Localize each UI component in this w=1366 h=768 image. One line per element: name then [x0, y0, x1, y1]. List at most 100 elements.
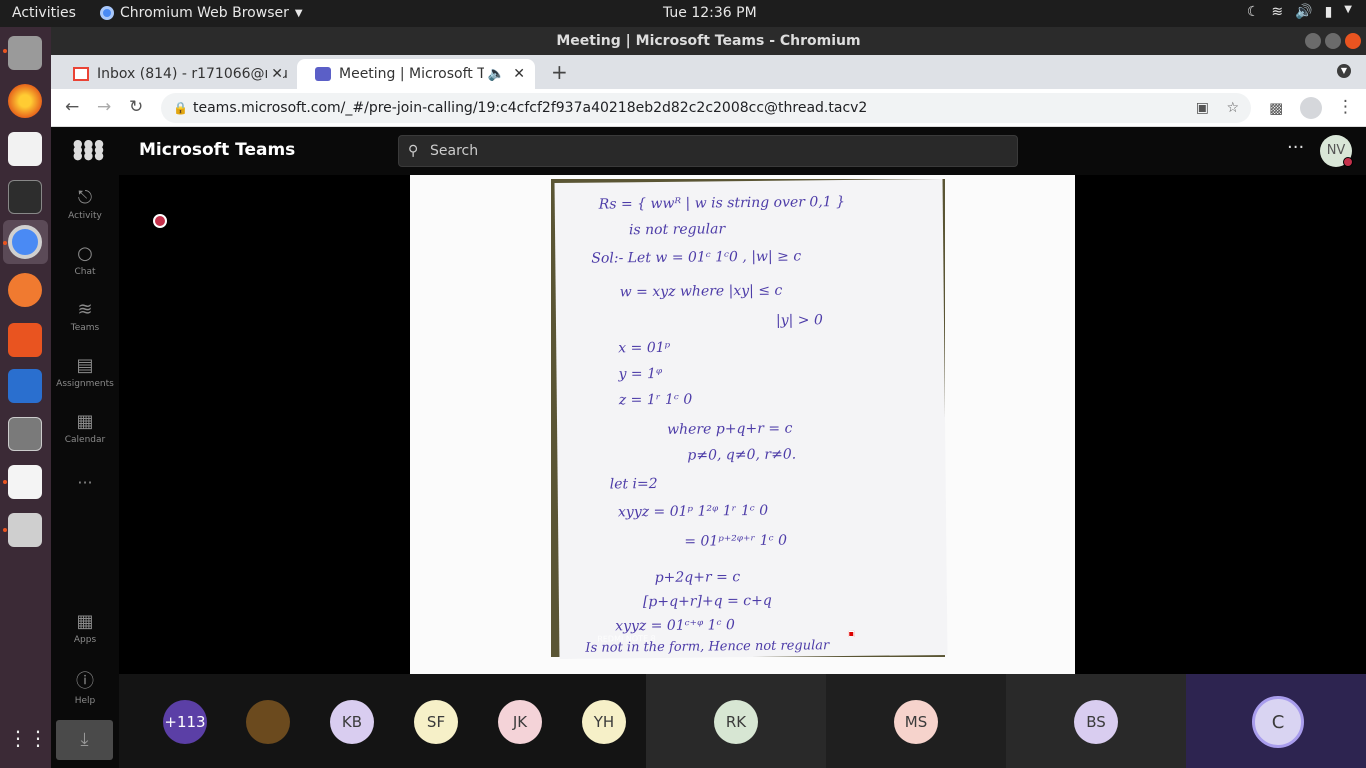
writer-icon[interactable] — [8, 369, 42, 403]
note-line: = 01ᵖ⁺²ᵠ⁺ʳ 1ᶜ 0 — [684, 532, 788, 550]
tab-inbox[interactable]: Inbox (814) - r171066@rgu ✕ — [55, 59, 293, 89]
rail-item-assignments[interactable]: ▤ Assignments — [51, 355, 119, 389]
url-text: teams.microsoft.com/_#/pre-join-calling/… — [193, 100, 868, 116]
participant-tile[interactable]: BS — [1006, 674, 1186, 768]
close-tab-icon[interactable]: ✕ — [513, 59, 525, 89]
chevron-down-icon: ▼ — [294, 7, 303, 19]
image-viewer-icon[interactable] — [8, 513, 42, 547]
app-menu[interactable]: Chromium Web Browser ▼ — [100, 5, 303, 21]
software-center-icon[interactable] — [8, 323, 42, 357]
red-marker — [848, 630, 855, 637]
reload-button[interactable]: ↻ — [129, 97, 143, 117]
tab-meeting[interactable]: Meeting | Microsoft Te 🔈 ✕ — [297, 59, 535, 89]
close-window-button[interactable] — [1345, 33, 1361, 49]
wifi-icon: ≋ — [1271, 4, 1284, 20]
participant-avatar: BS — [1074, 700, 1118, 744]
battery-icon: ▮ — [1324, 4, 1333, 20]
chromium-icon — [100, 6, 114, 20]
close-tab-icon[interactable]: ✕ — [267, 59, 283, 89]
window-title-bar: Meeting | Microsoft Teams - Chromium — [51, 27, 1366, 55]
app-menu-label: Chromium Web Browser — [120, 5, 289, 21]
more-apps-button[interactable]: ··· — [51, 473, 119, 492]
activities-button[interactable]: Activities — [12, 5, 76, 21]
participant-tile[interactable]: RK — [646, 674, 826, 768]
background-window-fade — [945, 175, 1075, 674]
gmail-icon — [73, 67, 89, 81]
shared-screen: Rs = { wwᴿ | w is string over 0,1 } is n… — [410, 175, 1075, 674]
rail-item-apps[interactable]: ▦ Apps — [51, 611, 119, 645]
tab-search-icon[interactable]: ▼ — [1337, 64, 1351, 78]
participant-tile[interactable]: MS — [826, 674, 1006, 768]
teams-app-bar: ⎋ Activity ○ Chat ≋ Teams ▤ Assignments ▦ Cal… — [51, 175, 119, 768]
meeting-stage: Rs = { wwᴿ | w is string over 0,1 } is n… — [119, 175, 1366, 674]
note-line: Sol:- Let w = 01ᶜ 1ᶜ0 , |w| ≥ c — [591, 248, 802, 267]
search-placeholder: Search — [430, 143, 479, 159]
note-line: |y| > 0 — [775, 312, 823, 329]
address-bar[interactable]: 🔒 teams.microsoft.com/_#/pre-join-callin… — [161, 93, 1251, 123]
new-tab-button[interactable]: + — [551, 60, 568, 84]
handwritten-page: Rs = { wwᴿ | w is string over 0,1 } is n… — [554, 178, 948, 660]
texmaker-icon[interactable] — [8, 417, 42, 451]
note-line: Rs = { wwᴿ | w is string over 0,1 } — [598, 194, 846, 213]
files-icon[interactable] — [8, 36, 42, 70]
back-button[interactable]: ← — [65, 97, 79, 117]
rail-label: Teams — [70, 323, 100, 333]
profile-icon[interactable] — [1300, 97, 1322, 119]
participant-tile-speaking[interactable]: C — [1186, 674, 1366, 768]
clock[interactable]: Tue 12:36 PM — [663, 5, 757, 21]
postman-icon[interactable] — [8, 273, 42, 307]
participant-avatar[interactable]: YH — [582, 700, 626, 744]
audio-playing-icon[interactable]: 🔈 — [483, 59, 505, 89]
dock: ⋮⋮⋮ — [0, 27, 68, 768]
evince-icon[interactable] — [8, 465, 42, 499]
note-line: p+2q+r = c — [654, 569, 741, 587]
apps-icon: ▦ — [76, 611, 94, 632]
minimize-button[interactable] — [1305, 33, 1321, 49]
search-input[interactable]: ⚲ Search — [398, 135, 1018, 167]
extensions-icon[interactable]: ▩ — [1269, 99, 1283, 117]
download-app-button[interactable]: ⤓ — [56, 720, 113, 760]
chrome-menu-icon[interactable]: ⋮ — [1337, 97, 1354, 117]
participant-avatar[interactable]: JK — [498, 700, 542, 744]
note-line: z = 1ʳ 1ᶜ 0 — [618, 391, 693, 409]
tab-title: Meeting | Microsoft Te — [339, 66, 493, 82]
recording-indicator-icon — [153, 214, 167, 228]
window-title: Meeting | Microsoft Teams - Chromium — [556, 33, 861, 49]
rail-item-help[interactable]: ⓘ Help — [51, 667, 119, 706]
rail-item-activity[interactable]: ⎋ Activity — [51, 187, 119, 221]
rail-label: Assignments — [56, 379, 114, 389]
participant-avatar: MS — [894, 700, 938, 744]
forward-button[interactable]: → — [97, 97, 111, 117]
participant-avatar: C — [1252, 696, 1304, 748]
participant-photo-avatar[interactable] — [246, 700, 290, 744]
terminal-icon[interactable] — [8, 180, 42, 214]
text-editor-icon[interactable] — [8, 132, 42, 166]
note-line: x = 01ᵖ — [618, 339, 671, 357]
rail-item-calendar[interactable]: ▦ Calendar — [51, 411, 119, 445]
note-line: w = xyz where |xy| ≤ c — [619, 282, 783, 301]
participant-strip: +113 KB SF JK YH RK MS BS C — [119, 674, 1366, 768]
note-line: xyyz = 01ᵖ 1²ᵠ 1ʳ 1ᶜ 0 — [617, 502, 769, 521]
note-line: let i=2 — [609, 475, 658, 493]
firefox-icon[interactable] — [8, 84, 42, 118]
teams-group-icon: ≋ — [77, 299, 93, 320]
rail-item-teams[interactable]: ≋ Teams — [51, 299, 119, 333]
participant-avatar[interactable]: KB — [330, 700, 374, 744]
bookmark-star-icon[interactable]: ☆ — [1226, 93, 1239, 123]
browser-toolbar: ← → ↻ 🔒 teams.microsoft.com/_#/pre-join-… — [51, 89, 1366, 127]
overflow-count-avatar[interactable]: +113 — [163, 700, 207, 744]
show-apps-icon[interactable]: ⋮⋮⋮ — [8, 721, 68, 755]
rail-label: Help — [74, 696, 96, 706]
volume-icon: 🔊 — [1295, 4, 1313, 20]
rail-item-chat[interactable]: ○ Chat — [51, 243, 119, 277]
chromium-dock-icon[interactable] — [8, 225, 42, 259]
system-tray[interactable]: ☾ ≋ 🔊 ▮ ▼ — [1247, 4, 1352, 20]
maximize-button[interactable] — [1325, 33, 1341, 49]
more-options-icon[interactable]: ··· — [1287, 137, 1304, 158]
note-line: is not regular — [628, 221, 726, 239]
bell-icon: ⎋ — [77, 187, 93, 208]
camera-blocked-icon[interactable]: ▣ — [1196, 93, 1209, 123]
participant-avatar[interactable]: SF — [414, 700, 458, 744]
system-top-bar: Activities Chromium Web Browser ▼ Tue 12… — [0, 0, 1366, 27]
app-launcher-icon[interactable]: ●●● ●●● ●●● — [73, 138, 104, 161]
